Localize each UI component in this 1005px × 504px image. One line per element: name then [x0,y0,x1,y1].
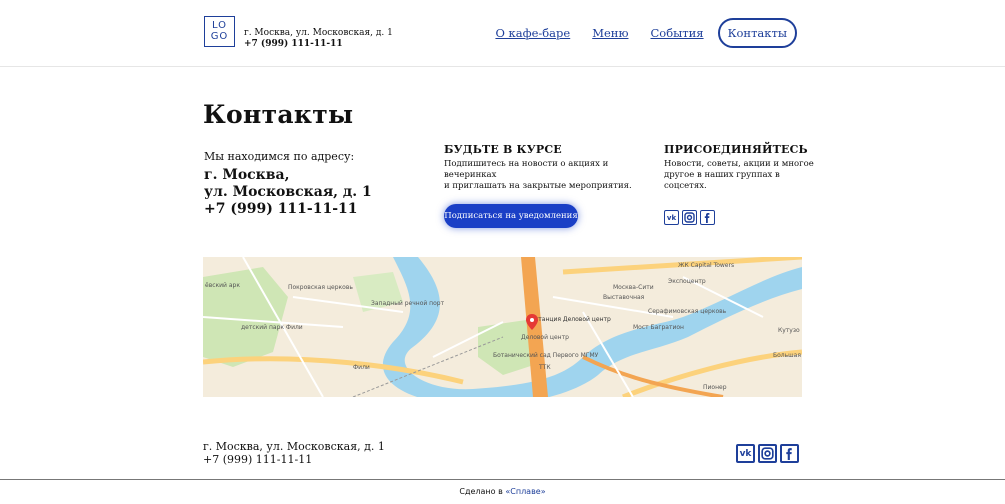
address-intro: Мы находимся по адресу: [204,150,355,163]
map[interactable]: ёвский арк Покровская церковь Западный р… [203,257,802,397]
join-text-1: Новости, советы, акции и многое [664,159,814,169]
footer-social-links: vk [736,444,799,463]
address-phone: +7 (999) 111-11-11 [204,201,358,217]
header-address: г. Москва, ул. Московская, д. 1 [244,28,393,38]
map-label-ekspocentr: Экспоцентр [668,278,706,285]
footer-address: г. Москва, ул. Московская, д. 1 [203,440,385,453]
map-label-station: станция Деловой центр [535,316,611,323]
subscribe-text-2: и приглашать на закрытые мероприятия. [444,181,632,191]
subscribe-block: БУДЬТЕ В КУРСЕ Подпишитесь на новости о … [444,143,644,228]
subscribe-text-1: Подпишитесь на новости о акциях и вечери… [444,159,609,180]
facebook-glyph [704,213,710,223]
nav-events[interactable]: События [650,26,703,40]
vk-text: vk [666,213,677,222]
map-label-moscow-city: Москва-Сити [613,284,654,291]
facebook-icon[interactable] [700,210,715,225]
join-block: ПРИСОЕДИНЯЙТЕСЬ Новости, советы, акции и… [664,143,814,225]
nav-contacts[interactable]: Контакты [717,18,797,48]
instagram-icon[interactable] [682,210,697,225]
instagram-glyph [684,212,695,223]
address-city: г. Москва, [204,167,290,183]
map-label-park2: детский парк Фили [241,324,303,331]
map-label-ttk: ТТК [538,364,551,371]
map-label-fili: Фили [353,364,370,371]
map-label-capital: ЖК Capital Towers [678,262,734,269]
footer-vk-text: vk [739,448,752,459]
map-label-vystavochnaya: Выставочная [603,294,645,301]
header-phone: +7 (999) 111-11-11 [244,39,343,49]
instagram-icon[interactable] [758,444,777,463]
footer-facebook-glyph [786,448,792,460]
address-street: ул. Московская, д. 1 [204,184,372,200]
map-canvas: ёвский арк Покровская церковь Западный р… [203,257,802,397]
map-label-park: ёвский арк [205,282,240,289]
logo-line-2: GO [210,31,229,42]
made-by-link[interactable]: «Сплаве» [505,487,545,496]
subscribe-button[interactable]: Подписаться на уведомления [444,204,578,228]
made-by: Сделано в «Сплаве» [0,487,1005,496]
map-label-pokrov: Покровская церковь [288,284,353,291]
footer-phone: +7 (999) 111-11-11 [203,453,313,466]
vk-icon[interactable]: vk [664,210,679,225]
vk-icon[interactable]: vk [736,444,755,463]
map-label-pioneer: Пионер [703,384,727,391]
subscribe-title: БУДЬТЕ В КУРСЕ [444,143,562,156]
site-header: LO GO г. Москва, ул. Московская, д. 1 +7… [0,0,1005,67]
address-block: Мы находимся по адресу: г. Москва, ул. М… [204,150,372,218]
nav-about[interactable]: О кафе-баре [495,26,570,40]
header-contacts: г. Москва, ул. Московская, д. 1 +7 (999)… [244,28,393,50]
page-title: Контакты [203,100,354,129]
join-title: ПРИСОЕДИНЯЙТЕСЬ [664,143,808,156]
nav-menu[interactable]: Меню [592,26,628,40]
logo-line-1: LO [211,20,228,31]
site-footer: г. Москва, ул. Московская, д. 1 +7 (999)… [0,430,1005,480]
main-nav: О кафе-баре Меню События Контакты [473,18,797,48]
footer-instagram-glyph [761,447,774,460]
map-label-port: Западный речной порт [371,300,445,307]
social-links: vk [664,210,814,225]
map-label-center: Деловой центр [521,334,569,341]
map-label-bagration: Мост Багратион [633,324,684,331]
map-label-serafim: Серафимовская церковь [648,308,727,315]
made-by-prefix: Сделано в [459,487,506,496]
join-text-2: другое в наших группах в соцсетях. [664,170,780,191]
logo[interactable]: LO GO [204,16,235,47]
map-label-bolshaya: Большая [773,352,801,359]
map-label-kutuz: Кутузо [778,327,800,334]
footer-contacts: г. Москва, ул. Московская, д. 1 +7 (999)… [203,440,385,466]
facebook-icon[interactable] [780,444,799,463]
map-label-garden: Ботанический сад Первого МГМУ [493,352,599,359]
